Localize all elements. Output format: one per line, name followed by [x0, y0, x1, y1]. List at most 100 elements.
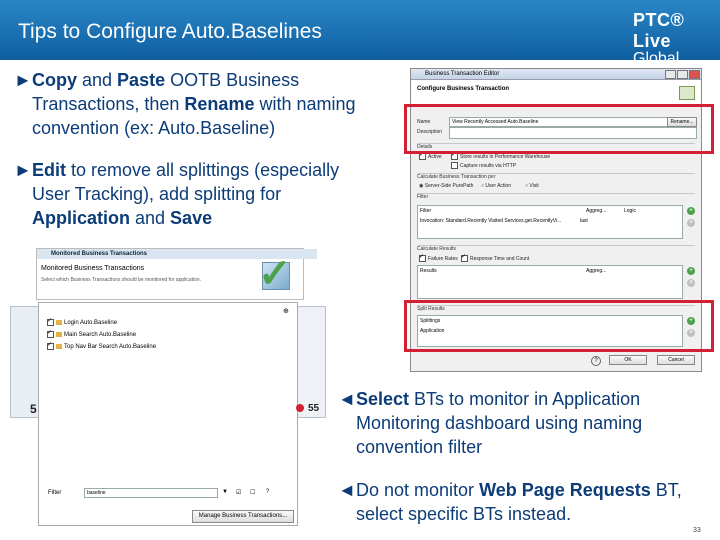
add-filter-icon[interactable]: + — [687, 207, 695, 215]
bold-rename: Rename — [184, 94, 255, 114]
left-triangle-bullet-icon: ◄ — [338, 480, 356, 500]
bt-filter-row: Filter baseline ▼ ☑ ☐ ? — [44, 488, 290, 500]
bt-item-top-nav-search[interactable]: Top Nav Bar Search Auto.Baseline — [64, 344, 156, 350]
bold-paste: Paste — [117, 70, 166, 90]
text: and — [130, 208, 171, 228]
store-results-checkbox[interactable] — [451, 151, 458, 160]
col-filter: Filter — [420, 208, 432, 214]
green-checkmark-icon: ✓ — [258, 252, 292, 296]
bt-checkbox-3[interactable] — [47, 341, 54, 350]
text: and — [77, 70, 118, 90]
filter-section-label: Filter — [417, 194, 429, 200]
right-triangle-bullet-icon: ► — [14, 70, 32, 90]
background-partial-number: 5 — [30, 402, 37, 416]
visit-radio[interactable]: Visit — [529, 183, 538, 189]
text: convention (ex: Auto.Baseline) — [32, 118, 276, 138]
slide-title: Tips to Configure Auto.Baselines — [18, 20, 322, 43]
monitored-bt-subtitle: Select which Business Transactions shoul… — [41, 277, 202, 283]
col-aggregation-2: Aggreg... — [586, 268, 607, 274]
bt-item-login[interactable]: Login Auto.Baseline — [64, 320, 117, 326]
logo-line2: Global — [633, 50, 680, 67]
add-result-icon[interactable]: + — [687, 267, 695, 275]
col-logic: Logic — [624, 208, 636, 214]
col-aggregation: Aggreg... — [586, 208, 607, 214]
text: select specific BTs instead. — [356, 504, 572, 524]
select-all-icon[interactable]: ☑ — [236, 489, 241, 496]
page-number: 33 — [693, 527, 701, 534]
help-icon[interactable]: ? — [591, 356, 601, 366]
capture-http-label: Capture results via HTTP — [460, 162, 517, 169]
dialog-header: Configure Business Transaction — [411, 80, 701, 107]
text: Do not monitor — [356, 480, 480, 500]
bt-folder-icon — [56, 320, 62, 325]
window-title: Business Transaction Editor — [425, 71, 500, 77]
deselect-all-icon[interactable]: ☐ — [250, 489, 255, 496]
ptc-live-global-logo: PTC® Live Global — [633, 10, 720, 68]
bullet-copy-paste: ►Copy and Paste OOTB Business Transactio… — [14, 68, 404, 140]
filter-input[interactable]: baseline — [84, 488, 218, 498]
bold-edit: Edit — [32, 160, 66, 180]
bt-checkbox-1[interactable] — [47, 317, 54, 326]
failure-rates-label: Failure Rates — [428, 255, 458, 262]
calc-results-label: Calculate Results — [417, 246, 456, 252]
filter-row-value[interactable]: Invocation: Standard.Recently Visited Se… — [420, 217, 580, 225]
text: convention filter — [356, 437, 483, 457]
minimize-button[interactable] — [665, 70, 676, 79]
filter-row-aggregation: last — [580, 218, 588, 224]
text: to remove all splittings (especially — [66, 160, 340, 180]
capture-http-checkbox[interactable] — [451, 162, 458, 169]
text: Monitoring dashboard using naming — [356, 413, 643, 433]
text: Transactions, then — [32, 94, 185, 114]
bullet-select: ◄Select BTs to monitor in Application Mo… — [338, 387, 708, 459]
text: User Tracking), add splitting for — [32, 184, 282, 204]
help-icon-left[interactable]: ? — [266, 489, 269, 495]
bt-folder-icon — [56, 344, 62, 349]
text: BT, — [650, 480, 682, 500]
right-triangle-bullet-icon: ► — [14, 160, 32, 180]
panel-options-icon[interactable]: ⊕ — [283, 307, 289, 315]
transaction-editor-icon — [679, 86, 695, 100]
filter-funnel-icon[interactable]: ▼ — [222, 489, 228, 495]
filter-table[interactable]: Filter Aggreg... Logic Invocation: Stand… — [417, 205, 683, 239]
bullet-edit: ►Edit to remove all splittings (especial… — [14, 158, 394, 230]
split-results-highlight-box — [404, 300, 714, 352]
calc-transaction-label: Calculate Business Transaction per — [417, 174, 496, 180]
close-button[interactable] — [689, 70, 700, 79]
left-triangle-bullet-icon: ◄ — [338, 389, 356, 409]
bt-folder-icon — [56, 332, 62, 337]
bold-web-page-requests: Web Page Requests — [479, 480, 651, 500]
alert-count: 55 — [308, 403, 320, 414]
bold-save: Save — [170, 208, 213, 228]
text: BTs to monitor in Application — [409, 389, 641, 409]
failure-rates-checkbox[interactable] — [419, 253, 426, 262]
dialog-heading: Configure Business Transaction — [417, 86, 510, 92]
bullet-do-not-monitor: ◄Do not monitor Web Page Requests BT, se… — [338, 478, 720, 526]
logo-line1: PTC® Live — [633, 10, 685, 51]
active-label: Active — [428, 153, 442, 160]
results-table[interactable]: Results Aggreg... — [417, 265, 683, 299]
bold-copy: Copy — [32, 70, 77, 90]
bt-checkbox-2[interactable] — [47, 329, 54, 338]
remove-filter-icon[interactable]: × — [687, 219, 695, 227]
manage-business-transactions-button[interactable]: Manage Business Transactions... — [192, 510, 294, 523]
bt-item-main-search[interactable]: Main Search Auto.Baseline — [64, 332, 136, 338]
remove-result-icon[interactable]: × — [687, 279, 695, 287]
name-highlight-box — [404, 104, 714, 154]
bold-select: Select — [356, 389, 410, 409]
response-time-checkbox[interactable] — [461, 253, 468, 262]
maximize-button[interactable] — [677, 70, 688, 79]
col-results: Results — [420, 268, 437, 274]
window-titlebar: Business Transaction Editor — [411, 69, 701, 80]
active-checkbox[interactable] — [419, 151, 426, 160]
cancel-button[interactable]: Cancel — [657, 355, 695, 365]
slide-header: Tips to Configure Auto.Baselines PTC® Li… — [0, 0, 720, 67]
response-time-label: Response Time and Count — [470, 255, 530, 262]
ok-button[interactable]: OK — [609, 355, 647, 365]
filter-label: Filter — [48, 490, 62, 496]
text: OOTB Business — [165, 70, 300, 90]
store-results-label: Store results in Performance Warehouse — [460, 153, 551, 160]
user-action-radio[interactable]: User Action — [485, 183, 511, 189]
text: with naming — [254, 94, 356, 114]
server-side-purepath-radio[interactable]: Server-Side PurePath — [425, 183, 474, 189]
bold-application: Application — [32, 208, 130, 228]
